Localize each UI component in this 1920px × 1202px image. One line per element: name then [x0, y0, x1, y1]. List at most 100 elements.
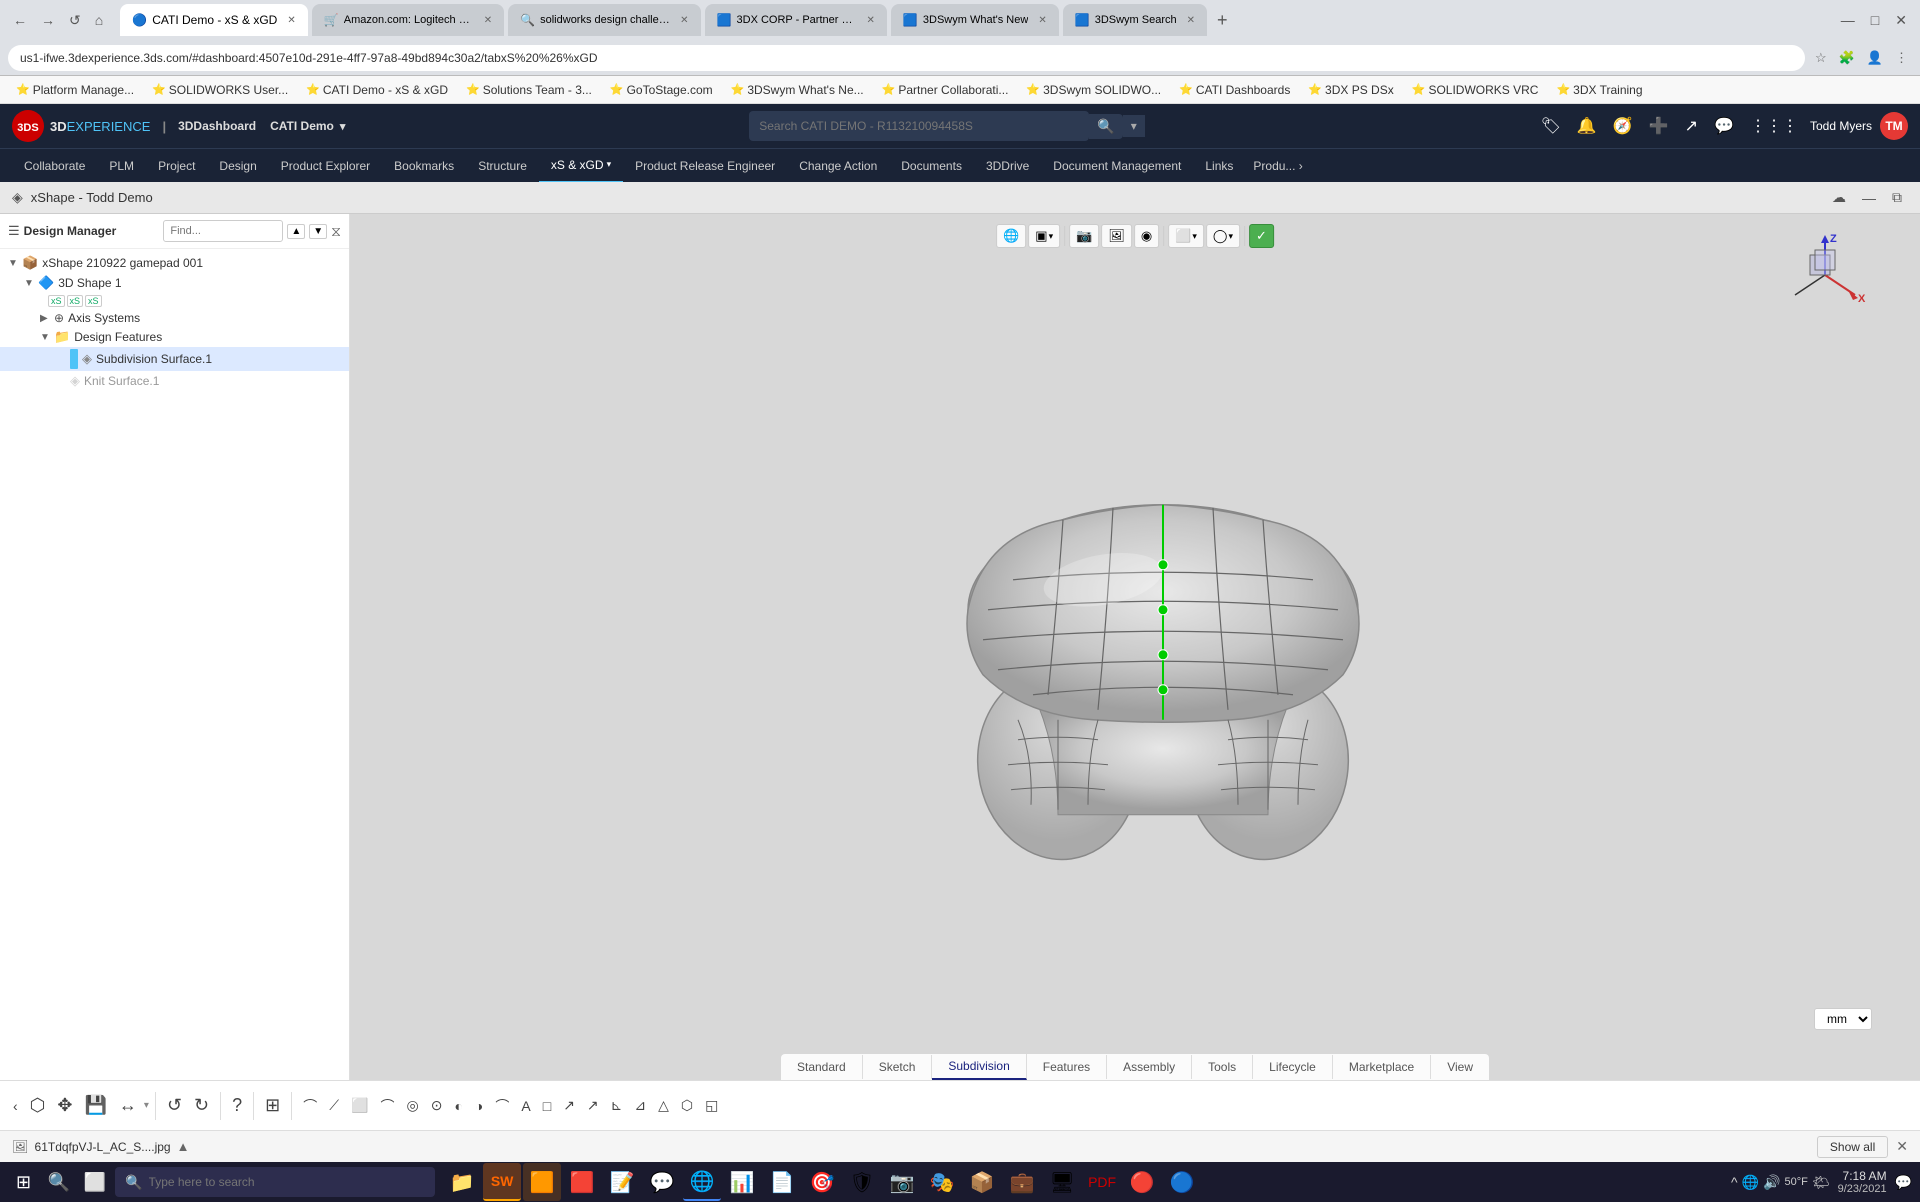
tree-row-design-features[interactable]: ▼ 📁 Design Features [0, 327, 349, 347]
toolbar-arc-button[interactable]: ⌒ [375, 1093, 399, 1119]
bookmark-solidworks-user[interactable]: ⭐ SOLIDWORKS User... [144, 81, 296, 99]
bookmark-partner-collab[interactable]: ⭐ Partner Collaborati... [874, 81, 1017, 99]
taskbar-app-red[interactable]: 🟥 [563, 1163, 601, 1201]
minimize-browser-button[interactable]: — [1836, 10, 1860, 30]
minimize-window-button[interactable]: — [1856, 187, 1882, 208]
show-all-button[interactable]: Show all [1817, 1136, 1888, 1158]
taskbar-search-input[interactable] [149, 1175, 399, 1189]
start-button[interactable]: ⊞ [8, 1170, 39, 1195]
taskbar-app-misc2[interactable]: 🔵 [1163, 1163, 1201, 1201]
toolbar-undo-button[interactable]: ↺ [162, 1092, 187, 1119]
messages-icon[interactable]: 💬 [1710, 112, 1738, 140]
nav-item-links[interactable]: Links [1193, 149, 1245, 183]
nav-item-bookmarks[interactable]: Bookmarks [382, 149, 466, 183]
toolbar-more1[interactable]: ▾ [144, 1100, 149, 1111]
nav-item-design[interactable]: Design [207, 149, 268, 183]
tray-weather-icon[interactable]: 🌤 [1812, 1174, 1830, 1191]
toolbar-redo-button[interactable]: ↻ [189, 1092, 214, 1119]
filter-button[interactable]: ⧖ [331, 223, 341, 240]
bookmark-3dswym-new[interactable]: ⭐ 3DSwym What's Ne... [723, 81, 872, 99]
profile-button[interactable]: 👤 [1863, 48, 1887, 68]
sub-icon-xs1[interactable]: xS [48, 295, 65, 307]
tray-up-arrow[interactable]: ^ [1731, 1174, 1738, 1190]
cloud-save-button[interactable]: ☁ [1826, 187, 1852, 208]
toolbar-shape2-button[interactable]: ◱ [700, 1094, 723, 1117]
nav-item-product-release-engineer[interactable]: Product Release Engineer [623, 149, 787, 183]
bookmark-solidworks-vrc[interactable]: ⭐ SOLIDWORKS VRC [1404, 81, 1547, 99]
tool-view-button[interactable]: ▣ ▾ [1028, 224, 1060, 248]
tree-row-knit-surface[interactable]: ◈ Knit Surface.1 [0, 371, 349, 391]
tab-5[interactable]: 🟦 3DSwym What's New ✕ [891, 4, 1059, 36]
nav-item-plm[interactable]: PLM [97, 149, 146, 183]
browser-menu-button[interactable]: ⋮ [1891, 48, 1912, 68]
close-browser-button[interactable]: ✕ [1890, 10, 1912, 31]
tab-3[interactable]: 🔍 solidworks design challenges -... ✕ [508, 4, 700, 36]
tree-expand-features[interactable]: ▼ [40, 332, 52, 343]
bookmark-solutions-team-c[interactable]: ⭐ CATI Demo - xS & xGD [298, 81, 456, 99]
tool-display-button[interactable]: ◯ ▾ [1206, 224, 1240, 248]
sort-up-button[interactable]: ▲ [287, 224, 305, 239]
toolbar-help-button[interactable]: ? [227, 1092, 247, 1119]
unit-dropdown[interactable]: mm [1814, 1008, 1872, 1030]
tool-record-button[interactable]: ◉ [1134, 224, 1159, 248]
vp-tab-subdivision[interactable]: Subdivision [932, 1054, 1026, 1080]
bookmark-gotostage[interactable]: ⭐ GoToStage.com [602, 81, 721, 99]
sub-icon-xs2[interactable]: xS [67, 295, 84, 307]
vp-tab-sketch[interactable]: Sketch [863, 1055, 933, 1079]
nav-item-collaborate[interactable]: Collaborate [12, 149, 97, 183]
toolbar-chevron-left[interactable]: ‹ [8, 1095, 23, 1117]
toolbar-point-button[interactable]: □ [538, 1095, 556, 1117]
tree-row-subdivision[interactable]: ◈ Subdivision Surface.1 [0, 347, 349, 371]
taskbar-app-teams[interactable]: 🎭 [923, 1163, 961, 1201]
search-button[interactable]: 🔍 [1089, 114, 1122, 139]
bookmark-solutions-team-3[interactable]: ⭐ Solutions Team - 3... [458, 81, 600, 99]
tool-orbit-button[interactable]: 🌐 [996, 224, 1026, 248]
refresh-button[interactable]: ↺ [64, 10, 86, 31]
taskbar-task-view-button[interactable]: ⬜ [79, 1166, 111, 1198]
taskbar-search-button[interactable]: 🔍 [43, 1166, 75, 1198]
bookmark-3dx-training[interactable]: ⭐ 3DX Training [1548, 81, 1650, 99]
global-search-input[interactable] [749, 111, 1089, 141]
add-icon[interactable]: ➕ [1645, 112, 1673, 140]
taskbar-app-excel[interactable]: 📊 [723, 1163, 761, 1201]
bookmark-page-button[interactable]: ☆ [1811, 48, 1831, 68]
tenant-label[interactable]: CATI Demo [270, 119, 334, 133]
toolbar-select-button[interactable]: ⬡ [25, 1092, 51, 1119]
bookmark-platform-manage[interactable]: ⭐ Platform Manage... [8, 81, 142, 99]
notification-center-icon[interactable]: 💬 [1895, 1174, 1912, 1191]
taskbar-app-monitor[interactable]: 🖥 [1043, 1163, 1081, 1201]
taskbar-app-solidworks[interactable]: SW [483, 1163, 521, 1201]
forward-button[interactable]: → [36, 10, 60, 30]
toolbar-rect-button[interactable]: ⬜ [346, 1094, 373, 1117]
bookmark-3dx-ps[interactable]: ⭐ 3DX PS DSx [1300, 81, 1401, 99]
tree-row-3dshape1[interactable]: ▼ 🔷 3D Shape 1 [0, 273, 349, 293]
taskbar-app-pdf[interactable]: PDF [1083, 1163, 1121, 1201]
vp-tab-assembly[interactable]: Assembly [1107, 1055, 1192, 1079]
home-button[interactable]: ⌂ [90, 10, 108, 30]
tab-4[interactable]: 🟦 3DX CORP - Partner Platform ✕ [705, 4, 887, 36]
taskbar-app-camera[interactable]: 📷 [883, 1163, 921, 1201]
nav-item-project[interactable]: Project [146, 149, 207, 183]
panel-collapse-icon[interactable]: ☰ [8, 223, 20, 239]
nav-item-3ddrive[interactable]: 3DDrive [974, 149, 1041, 183]
nav-item-change-action[interactable]: Change Action [787, 149, 889, 183]
vp-tab-features[interactable]: Features [1027, 1055, 1107, 1079]
toolbar-triangle-button[interactable]: △ [653, 1094, 674, 1117]
share-icon[interactable]: ↗ [1681, 112, 1702, 140]
toolbar-circle-button[interactable]: ◎ [401, 1094, 423, 1117]
bookmark-3dswym-solid[interactable]: ⭐ 3DSwym SOLIDWO... [1018, 81, 1169, 99]
taskbar-app-explorer[interactable]: 📁 [443, 1163, 481, 1201]
toolbar-curve-button[interactable]: ⌒ [298, 1093, 322, 1119]
toolbar-move-button[interactable]: ✥ [52, 1092, 77, 1119]
tag-icon[interactable]: 🏷 [1537, 112, 1565, 140]
compass-icon[interactable]: 🧭 [1609, 112, 1637, 140]
new-tab-button[interactable]: + [1211, 8, 1234, 33]
vp-tab-standard[interactable]: Standard [781, 1055, 863, 1079]
nav-more-button[interactable]: Produ... › [1245, 159, 1310, 173]
taskbar-app-powerpoint[interactable]: 🎯 [803, 1163, 841, 1201]
tenant-dropdown-icon[interactable]: ▾ [340, 120, 346, 133]
toolbar-corner-button[interactable]: ⊾ [606, 1094, 628, 1117]
viewport[interactable]: 🌐 ▣ ▾ 📷 🖼 ◉ ⬜ ▾ ◯ ▾ ✓ [350, 214, 1920, 1080]
toolbar-line-button[interactable]: ⟋ [324, 1094, 344, 1117]
taskbar-app-word[interactable]: 📝 [603, 1163, 641, 1201]
